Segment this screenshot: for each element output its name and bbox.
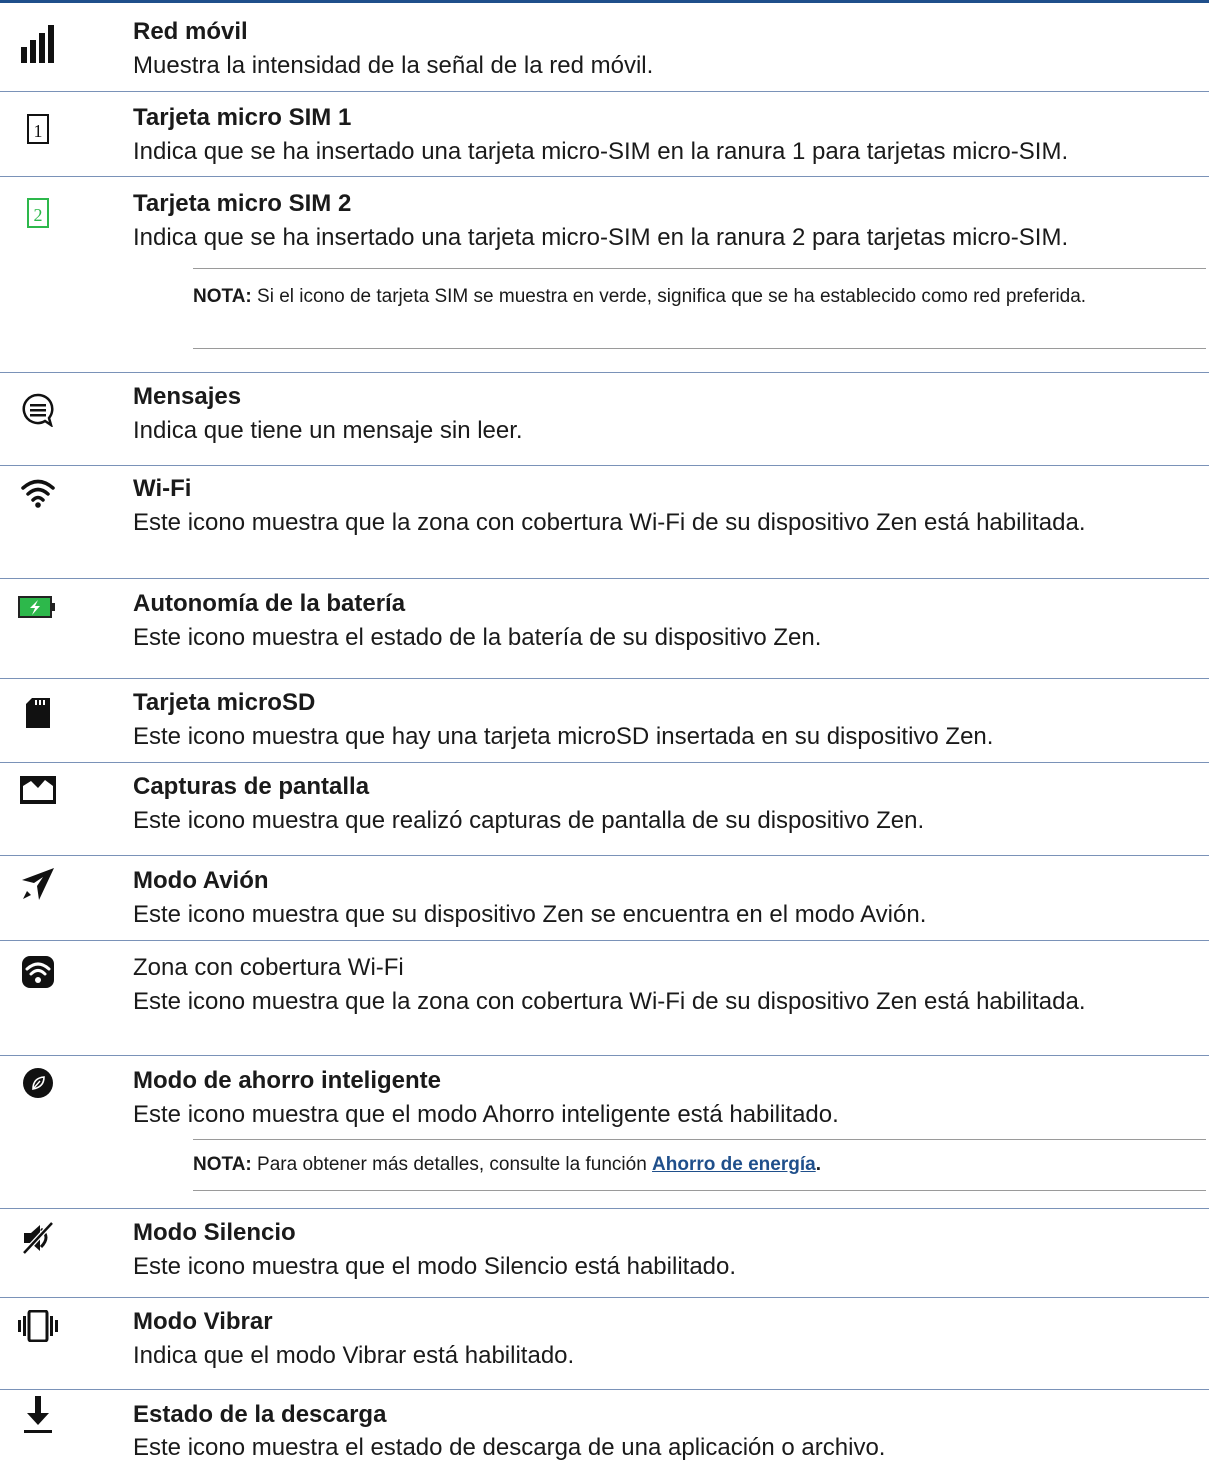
- note-divider: [193, 1190, 1206, 1191]
- note-label: NOTA:: [193, 1154, 252, 1175]
- note-divider: [193, 1139, 1206, 1140]
- power-saver-leaf-icon: [18, 1063, 58, 1103]
- signal-bars-icon: [18, 24, 58, 64]
- item-description: Este icono muestra que la zona con cober…: [133, 509, 1086, 536]
- divider: [0, 1208, 1209, 1209]
- sim-card-2-icon: 2: [18, 193, 58, 233]
- item-title: Mensajes: [133, 383, 242, 410]
- note-sim: NOTA: Si el icono de tarjeta SIM se mues…: [193, 282, 1203, 312]
- top-rule: [0, 0, 1209, 3]
- item-description: Indica que se ha insertado una tarjeta m…: [133, 138, 1069, 165]
- item-description: Este icono muestra que el modo Silencio …: [133, 1253, 737, 1280]
- note-divider: [193, 268, 1206, 269]
- sim-card-1-icon: 1: [18, 109, 58, 149]
- svg-text:2: 2: [34, 205, 43, 225]
- item-description: Este icono muestra el estado de la bater…: [133, 624, 822, 651]
- item-title: Modo Vibrar: [133, 1308, 273, 1335]
- divider: [0, 1297, 1209, 1298]
- note-text: Para obtener más detalles, consulte la f…: [251, 1154, 653, 1175]
- item-title: Wi-Fi: [133, 475, 192, 502]
- item-title: Tarjeta micro SIM 2: [133, 190, 352, 217]
- item-title: Modo Silencio: [133, 1219, 296, 1246]
- svg-text:1: 1: [34, 121, 43, 141]
- note-divider: [193, 348, 1206, 349]
- item-description: Este icono muestra que el modo Ahorro in…: [133, 1101, 839, 1128]
- microsd-card-icon: [18, 693, 58, 733]
- battery-charging-icon: [18, 587, 58, 627]
- item-title: Zona con cobertura Wi-Fi: [133, 954, 404, 981]
- vibrate-mode-icon: [18, 1306, 58, 1346]
- ahorro-energia-link[interactable]: Ahorro de energía: [652, 1154, 816, 1175]
- item-description: Este icono muestra que hay una tarjeta m…: [133, 723, 994, 750]
- divider: [0, 855, 1209, 856]
- divider: [0, 940, 1209, 941]
- note-period: .: [815, 1154, 821, 1175]
- item-title: Modo Avión: [133, 867, 269, 894]
- divider: [0, 762, 1209, 763]
- item-title: Tarjeta micro SIM 1: [133, 104, 352, 131]
- divider: [0, 578, 1209, 579]
- message-bubble-icon: [18, 390, 58, 430]
- item-description: Indica que se ha insertado una tarjeta m…: [133, 224, 1069, 251]
- item-description: Muestra la intensidad de la señal de la …: [133, 52, 654, 79]
- item-description: Indica que el modo Vibrar está habilitad…: [133, 1342, 575, 1369]
- item-title: Autonomía de la batería: [133, 590, 406, 617]
- item-description: Este icono muestra que su dispositivo Ze…: [133, 901, 927, 928]
- download-arrow-icon: [18, 1395, 58, 1435]
- wifi-icon: [18, 473, 58, 513]
- airplane-icon: [18, 864, 58, 904]
- item-title: Capturas de pantalla: [133, 773, 370, 800]
- note-label: NOTA:: [193, 286, 252, 307]
- wifi-hotspot-icon: [18, 952, 58, 992]
- divider: [0, 176, 1209, 177]
- item-description: Este icono muestra el estado de descarga…: [133, 1434, 886, 1461]
- item-title: Red móvil: [133, 18, 248, 45]
- item-description: Indica que tiene un mensaje sin leer.: [133, 417, 523, 444]
- divider: [0, 1055, 1209, 1056]
- divider: [0, 372, 1209, 373]
- note-text: Si el icono de tarjeta SIM se muestra en…: [251, 286, 1087, 307]
- item-description: Este icono muestra que la zona con cober…: [133, 988, 1086, 1015]
- item-description: Este icono muestra que realizó capturas …: [133, 807, 925, 834]
- divider: [0, 91, 1209, 92]
- item-title: Tarjeta microSD: [133, 689, 316, 716]
- divider: [0, 1389, 1209, 1390]
- item-title: Estado de la descarga: [133, 1401, 387, 1428]
- divider: [0, 678, 1209, 679]
- note-saver: NOTA: Para obtener más detalles, consult…: [193, 1150, 1203, 1180]
- screenshot-image-icon: [18, 770, 58, 810]
- item-title: Modo de ahorro inteligente: [133, 1067, 442, 1094]
- silent-mode-icon: [18, 1218, 58, 1258]
- divider: [0, 465, 1209, 466]
